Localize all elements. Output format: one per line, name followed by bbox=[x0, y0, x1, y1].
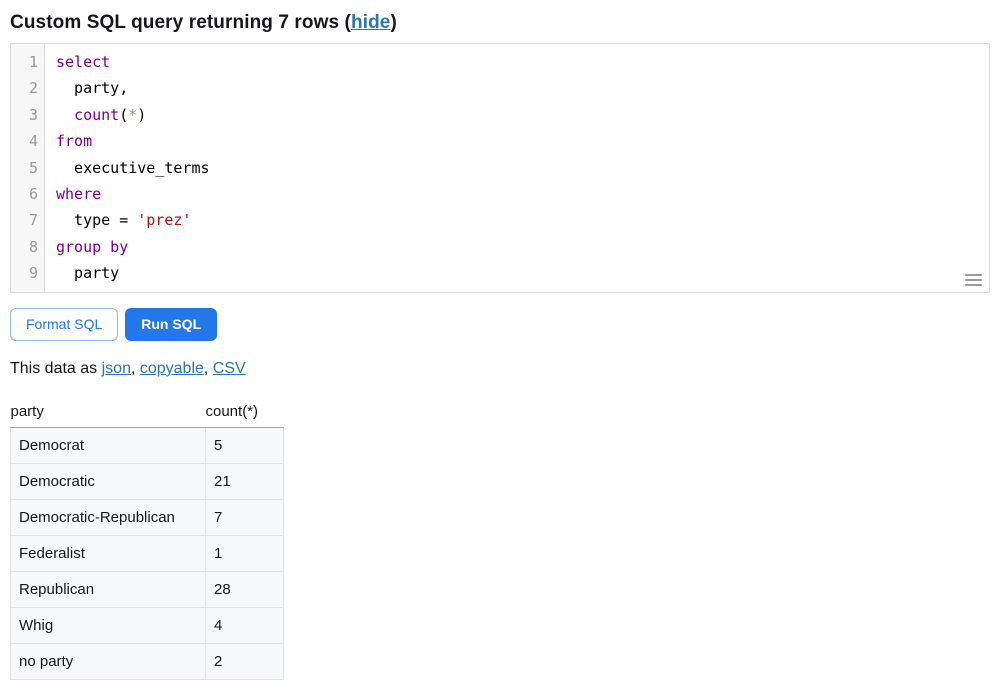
sql-line: 7 type = 'prez' bbox=[11, 207, 989, 233]
sql-line-code: count(*) bbox=[45, 102, 146, 128]
line-number: 2 bbox=[11, 75, 45, 101]
sql-lines: 1select2 party,3 count(*)4from5 executiv… bbox=[11, 44, 989, 287]
cell-party: Whig bbox=[11, 608, 206, 644]
cell-count: 7 bbox=[206, 500, 284, 536]
table-row: Whig4 bbox=[11, 608, 284, 644]
line-number: 6 bbox=[11, 181, 45, 207]
results-table-body: Democrat5Democratic21Democratic-Republic… bbox=[11, 428, 284, 680]
cell-party: no party bbox=[11, 644, 206, 680]
sql-line: 2 party, bbox=[11, 75, 989, 101]
cell-party: Democratic-Republican bbox=[11, 500, 206, 536]
results-table-head-row: partycount(*) bbox=[11, 398, 284, 428]
sql-line: 9 party bbox=[11, 260, 989, 286]
page-title-text: Custom SQL query returning 7 rows ( bbox=[10, 12, 351, 33]
sql-line: 1select bbox=[11, 49, 989, 75]
sql-line: 4from bbox=[11, 128, 989, 154]
line-number: 8 bbox=[11, 234, 45, 260]
table-row: Democrat5 bbox=[11, 428, 284, 464]
page-title-close-paren: ) bbox=[390, 12, 396, 33]
line-number: 5 bbox=[11, 155, 45, 181]
line-number: 3 bbox=[11, 102, 45, 128]
cell-count: 28 bbox=[206, 572, 284, 608]
results-table: partycount(*) Democrat5Democratic21Democ… bbox=[10, 398, 284, 680]
format-sql-button[interactable]: Format SQL bbox=[10, 308, 118, 341]
cell-count: 21 bbox=[206, 464, 284, 500]
run-sql-button[interactable]: Run SQL bbox=[125, 308, 217, 341]
page-title: Custom SQL query returning 7 rows (hide) bbox=[10, 12, 990, 34]
table-row: Democratic21 bbox=[11, 464, 284, 500]
sql-line-code: select bbox=[45, 49, 110, 75]
export-line: This data as json, copyable, CSV bbox=[10, 360, 990, 378]
table-row: Republican28 bbox=[11, 572, 284, 608]
sql-line: 6where bbox=[11, 181, 989, 207]
column-header-1: count(*) bbox=[206, 398, 284, 428]
export-link-json[interactable]: json bbox=[102, 360, 131, 377]
sql-line: 3 count(*) bbox=[11, 102, 989, 128]
line-number: 1 bbox=[11, 49, 45, 75]
export-prefix: This data as bbox=[10, 360, 102, 377]
toolbar: Format SQL Run SQL bbox=[10, 308, 990, 341]
cell-count: 1 bbox=[206, 536, 284, 572]
sql-line: 5 executive_terms bbox=[11, 155, 989, 181]
sql-line-code: group by bbox=[45, 234, 128, 260]
export-link-csv[interactable]: CSV bbox=[213, 360, 246, 377]
line-number: 4 bbox=[11, 128, 45, 154]
sql-line-code: from bbox=[45, 128, 92, 154]
cell-party: Democratic bbox=[11, 464, 206, 500]
export-link-copyable[interactable]: copyable bbox=[140, 360, 204, 377]
cell-count: 2 bbox=[206, 644, 284, 680]
column-header-0: party bbox=[11, 398, 206, 428]
hide-link[interactable]: hide bbox=[351, 12, 390, 33]
page: Custom SQL query returning 7 rows (hide)… bbox=[0, 0, 1000, 690]
resize-grip-icon[interactable] bbox=[965, 274, 982, 286]
sql-line-code: party bbox=[45, 260, 119, 286]
line-number: 7 bbox=[11, 207, 45, 233]
sql-line-code: executive_terms bbox=[45, 155, 210, 181]
sql-line-code: where bbox=[45, 181, 101, 207]
cell-party: Republican bbox=[11, 572, 206, 608]
table-row: no party2 bbox=[11, 644, 284, 680]
cell-count: 5 bbox=[206, 428, 284, 464]
table-row: Federalist1 bbox=[11, 536, 284, 572]
line-number: 9 bbox=[11, 260, 45, 286]
sql-line-code: type = 'prez' bbox=[45, 207, 191, 233]
cell-party: Democrat bbox=[11, 428, 206, 464]
cell-count: 4 bbox=[206, 608, 284, 644]
export-links: json, copyable, CSV bbox=[102, 360, 246, 377]
sql-line-code: party, bbox=[45, 75, 128, 101]
cell-party: Federalist bbox=[11, 536, 206, 572]
table-row: Democratic-Republican7 bbox=[11, 500, 284, 536]
sql-line: 8group by bbox=[11, 234, 989, 260]
sql-editor[interactable]: 1select2 party,3 count(*)4from5 executiv… bbox=[10, 43, 990, 293]
